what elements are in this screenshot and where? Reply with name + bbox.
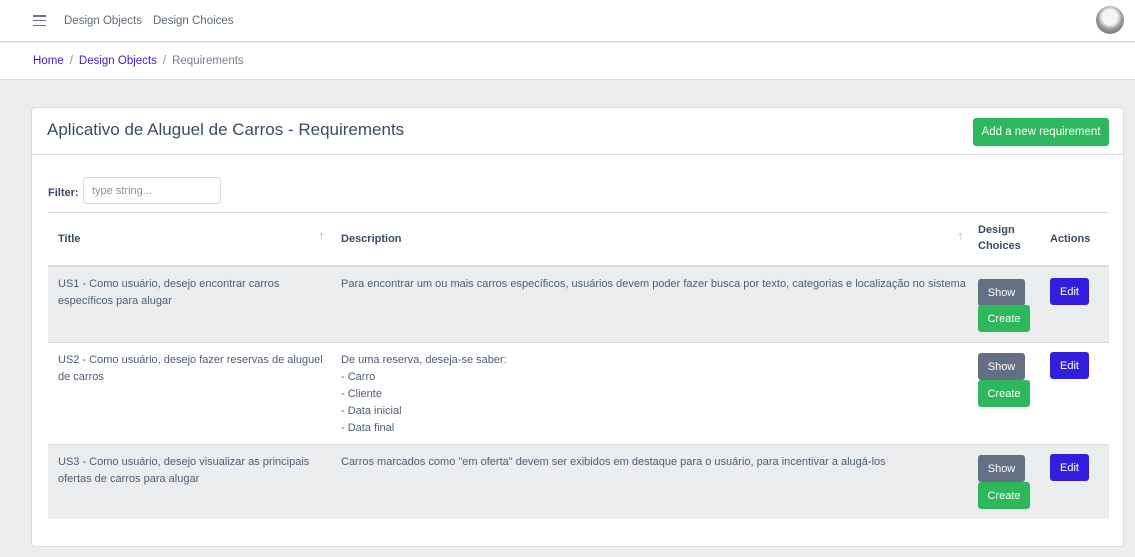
column-header-design-choices: Design Choices [978,222,1021,254]
create-button[interactable]: Create [978,305,1030,332]
row-description-line: - Data inicial [341,405,402,417]
breadcrumb-bar: Home / Design Objects / Requirements [0,43,1135,80]
row-title: US2 - Como usuário, desejo fazer reserva… [58,352,328,386]
row-title-line: de carros [58,371,104,383]
filter-input[interactable] [83,177,221,204]
breadcrumb-separator: / [69,55,73,67]
row-description-line: Carros marcados como "em oferta" devem s… [341,456,886,468]
column-header-title[interactable]: Title [58,231,80,247]
show-button[interactable]: Show [978,279,1025,306]
edit-button[interactable]: Edit [1050,454,1089,481]
hamburger-menu-icon[interactable] [33,15,46,26]
nav-design-choices[interactable]: Design Choices [153,15,234,27]
table-row: US3 - Como usuário, desejo visualizar as… [48,444,1109,519]
sort-arrow-up-icon[interactable]: ↑ [957,228,964,243]
nav-design-objects[interactable]: Design Objects [64,15,142,27]
edit-button[interactable]: Edit [1050,278,1089,305]
row-description-line: - Cliente [341,388,382,400]
row-description-line: De uma reserva, deseja-se saber: [341,354,507,366]
row-title-line: ofertas de carros para alugar [58,473,200,485]
requirements-card: Aplicativo de Aluguel de Carros - Requir… [31,107,1124,547]
row-description-line: - Carro [341,371,376,383]
show-button[interactable]: Show [978,455,1025,482]
page-title: Aplicativo de Aluguel de Carros - Requir… [47,120,405,139]
row-title: US1 - Como usuário, desejo encontrar car… [58,276,318,310]
show-button[interactable]: Show [978,353,1025,380]
row-title-line: US1 - Como usuário, desejo encontrar car… [58,278,280,290]
breadcrumb-home[interactable]: Home [33,55,64,67]
top-navbar: Design Objects Design Choices [0,0,1135,42]
user-avatar[interactable] [1096,6,1124,34]
row-description-line: Para encontrar um ou mais carros específ… [341,278,966,290]
row-title-line: específicos para alugar [58,295,172,307]
row-description: De uma reserva, deseja-se saber: - Carro… [341,352,971,437]
column-header-actions: Actions [1050,233,1091,245]
row-description-line: - Data final [341,422,395,434]
breadcrumb-separator: / [162,55,167,67]
sort-arrow-up-icon[interactable]: ↑ [318,228,325,243]
create-button[interactable]: Create [978,482,1030,509]
row-description: Para encontrar um ou mais carros específ… [341,276,971,293]
table-row: US2 - Como usuário, desejo fazer reserva… [48,342,1109,444]
breadcrumb: Home / Design Objects / Requirements [33,55,244,67]
column-header-design-choices-line1: Design [978,224,1015,236]
column-header-design-choices-line2: Choices [978,240,1021,252]
breadcrumb-current: Requirements [172,55,244,67]
row-title-line: US2 - Como usuário, desejo fazer reserva… [58,354,323,366]
row-title-line: US3 - Como usuário, desejo visualizar as… [58,456,310,468]
add-requirement-button[interactable]: Add a new requirement [973,118,1109,146]
filter-label: Filter: [48,187,79,199]
table-row: US1 - Como usuário, desejo encontrar car… [48,267,1109,342]
edit-button[interactable]: Edit [1050,352,1089,379]
card-header: Aplicativo de Aluguel de Carros - Requir… [32,108,1123,155]
row-description: Carros marcados como "em oferta" devem s… [341,454,971,471]
column-header-description[interactable]: Description [341,231,402,247]
table-top-border [48,212,1109,213]
breadcrumb-design-objects[interactable]: Design Objects [79,55,157,67]
create-button[interactable]: Create [978,380,1030,407]
row-title: US3 - Como usuário, desejo visualizar as… [58,454,328,488]
